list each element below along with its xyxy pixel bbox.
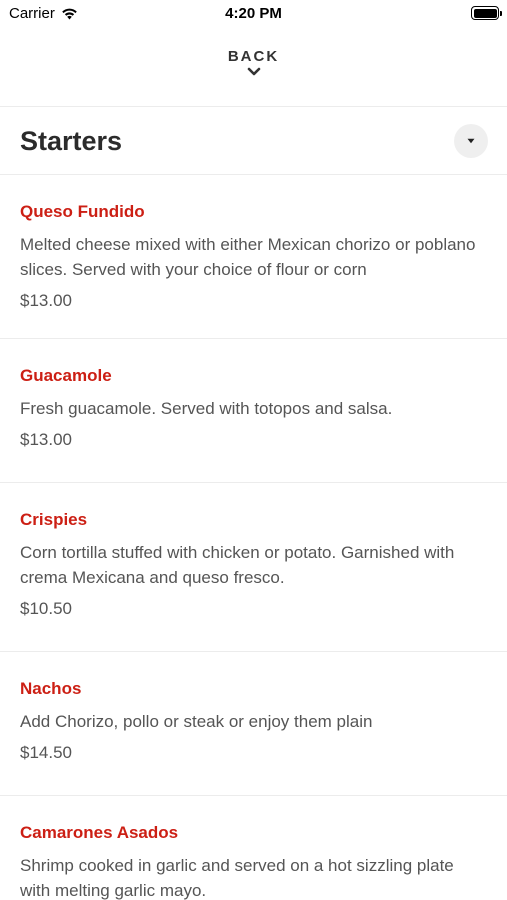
menu-item-description: Fresh guacamole. Served with totopos and… bbox=[20, 399, 393, 418]
menu-item-price: $14.50 bbox=[20, 743, 72, 762]
battery-group bbox=[471, 6, 502, 20]
menu-item-price: $10.50 bbox=[20, 599, 72, 618]
section-dropdown-button[interactable] bbox=[454, 124, 488, 158]
battery-icon bbox=[471, 6, 502, 20]
menu-item-name: Guacamole bbox=[20, 366, 112, 385]
menu-item[interactable]: Guacamole Fresh guacamole. Served with t… bbox=[0, 339, 507, 483]
back-header: BACK bbox=[0, 28, 507, 107]
section-title: Starters bbox=[20, 126, 123, 156]
section-header: Starters bbox=[0, 107, 507, 175]
menu-item-description: Shrimp cooked in garlic and served on a … bbox=[20, 856, 454, 900]
menu-item-price: $13.00 bbox=[20, 291, 72, 310]
menu-item-name: Crispies bbox=[20, 510, 88, 529]
clock: 4:20 PM bbox=[225, 5, 282, 22]
menu-item-price: $13.00 bbox=[20, 430, 72, 449]
status-bar: Carrier 4:20 PM bbox=[0, 0, 507, 28]
menu-item[interactable]: Queso Fundido Melted cheese mixed with e… bbox=[0, 175, 507, 339]
caret-down-icon bbox=[467, 138, 475, 144]
menu-item-name: Camarones Asados bbox=[20, 823, 179, 842]
menu-item-name: Nachos bbox=[20, 679, 82, 698]
menu-item[interactable]: Camarones Asados Shrimp cooked in garlic… bbox=[0, 796, 507, 900]
menu-item-name: Queso Fundido bbox=[20, 202, 145, 221]
chevron-down-icon bbox=[247, 67, 260, 76]
battery-level bbox=[473, 8, 497, 18]
menu-item-description: Corn tortilla stuffed with chicken or po… bbox=[20, 543, 455, 587]
screen: Carrier 4:20 PM BACK Starters Queso Fund… bbox=[0, 0, 507, 900]
menu-item[interactable]: Nachos Add Chorizo, pollo or steak or en… bbox=[0, 652, 507, 796]
menu-item[interactable]: Crispies Corn tortilla stuffed with chic… bbox=[0, 483, 507, 652]
back-label: BACK bbox=[227, 48, 280, 65]
back-button[interactable]: BACK bbox=[228, 48, 279, 77]
menu-item-description: Melted cheese mixed with either Mexican … bbox=[20, 235, 476, 279]
menu-list: Queso Fundido Melted cheese mixed with e… bbox=[0, 175, 507, 900]
menu-item-description: Add Chorizo, pollo or steak or enjoy the… bbox=[20, 712, 373, 731]
